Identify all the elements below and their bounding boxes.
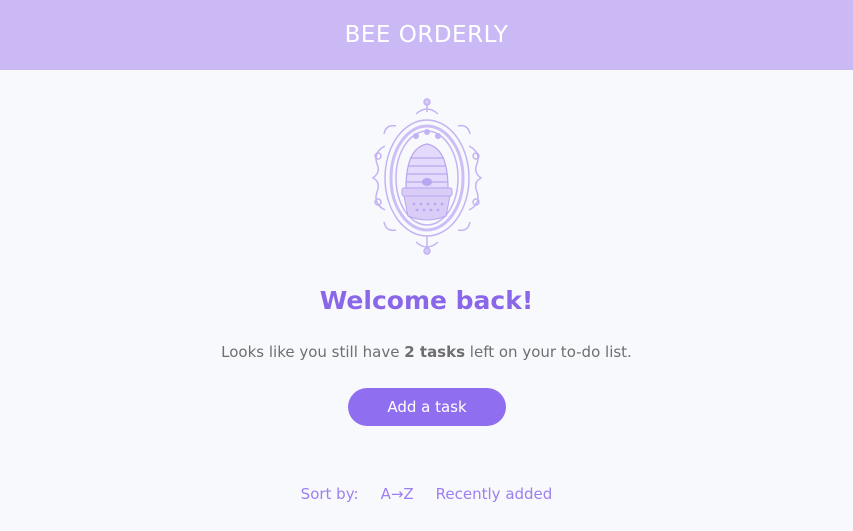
add-task-button[interactable]: Add a task bbox=[348, 388, 506, 426]
sort-option-alphabetical[interactable]: A→Z bbox=[381, 485, 414, 503]
task-count: 2 tasks bbox=[404, 343, 466, 361]
app-header: BEE ORDERLY bbox=[0, 0, 853, 70]
sort-controls: Sort by: A→Z Recently added bbox=[0, 485, 853, 503]
beehive-emblem-icon bbox=[371, 98, 483, 255]
sort-option-recently-added[interactable]: Recently added bbox=[436, 485, 553, 503]
subtitle-prefix: Looks like you still have bbox=[221, 343, 405, 361]
subtitle-suffix: left on your to-do list. bbox=[465, 343, 632, 361]
app-title: BEE ORDERLY bbox=[344, 22, 509, 48]
welcome-heading: Welcome back! bbox=[319, 286, 534, 315]
sort-label: Sort by: bbox=[300, 485, 359, 503]
tasks-remaining-text: Looks like you still have 2 tasks left o… bbox=[0, 343, 853, 361]
